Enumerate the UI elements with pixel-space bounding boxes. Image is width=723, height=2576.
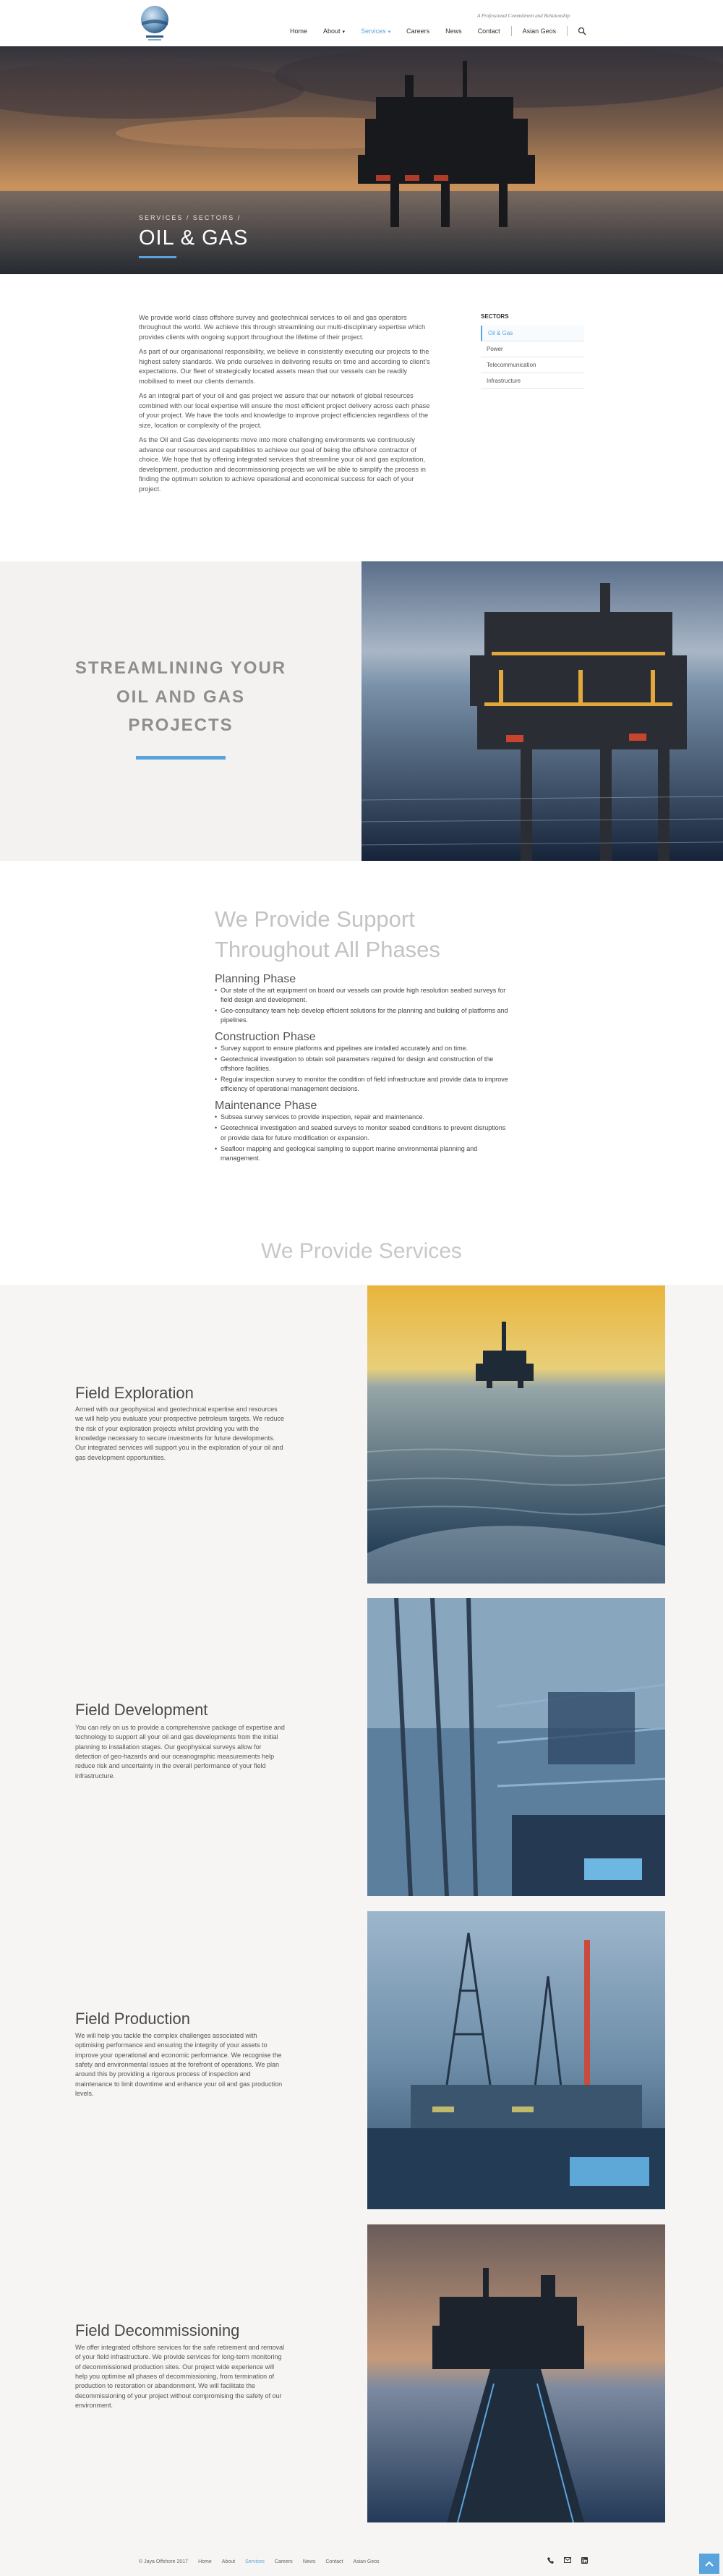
social-links [547,2557,588,2564]
streamline-heading: STREAMLINING YOUR OIL AND GAS PROJECTS [74,658,287,736]
support-heading: We Provide Support Throughout All Phases [215,906,440,962]
search-icon[interactable] [578,27,586,35]
scroll-to-top-button[interactable] [699,2554,719,2574]
intro-text: We provide world class offshore survey a… [139,313,432,499]
chevron-up-icon [705,2561,714,2567]
nav-home[interactable]: Home [282,27,315,35]
footer-nav: © Jaya Offshore 2017 Home About Services… [139,2559,390,2564]
production-image [367,1911,665,2209]
sector-power[interactable]: Power [481,341,584,357]
list-item: Our state of the art equipment on board … [215,986,513,1005]
site-footer [0,2525,723,2576]
service-title: Field Exploration [75,1384,194,1402]
phase-list: Our state of the art equipment on board … [215,986,513,1025]
site-header: A Professional Commitment and Relationsh… [0,0,723,46]
phase-construction: Construction Phase Survey support to ens… [215,1031,513,1094]
intro-paragraph: As an integral part of your oil and gas … [139,392,430,429]
intro-paragraph: As the Oil and Gas developments move int… [139,436,426,493]
phone-icon[interactable] [547,2557,554,2564]
nav-asian-geos[interactable]: Asian Geos [515,27,565,35]
main-nav: Home About ▾ Services ▾ Careers News Conta… [282,26,586,36]
nav-careers[interactable]: Careers [398,27,437,35]
company-logo[interactable] [139,2,171,43]
list-item: Seafloor mapping and geological sampling… [215,1144,513,1163]
title-underline [139,256,176,258]
email-icon[interactable] [564,2557,571,2563]
nav-contact[interactable]: Contact [470,27,508,35]
service-description: We will help you tackle the complex chal… [75,2032,283,2097]
service-title: Field Decommissioning [75,2321,240,2339]
service-title: Field Development [75,1701,208,1719]
service-description: You can rely on us to provide a comprehe… [75,1724,285,1780]
phases: Planning Phase Our state of the art equi… [215,973,513,1169]
linkedin-icon[interactable] [581,2557,588,2564]
list-item: Subsea survey services to provide inspec… [215,1113,513,1122]
phase-title: Construction Phase [215,1031,316,1044]
streamline-underline [136,756,226,760]
nav-divider [567,26,568,36]
footer-link-asian-geos[interactable]: Asian Geos [353,2559,379,2564]
services-heading: We Provide Services [261,1239,462,1263]
list-item: Survey support to ensure platforms and p… [215,1044,513,1053]
sector-oil-gas[interactable]: Oil & Gas [481,326,584,341]
breadcrumb: SERVICES / SECTORS / [139,214,241,221]
phase-list: Subsea survey services to provide inspec… [215,1113,513,1162]
chevron-down-icon: ▾ [388,30,391,35]
page-title: OIL & GAS [139,226,249,250]
development-image [367,1598,665,1896]
footer-link-news[interactable]: News [303,2559,316,2564]
list-item: Geo-consultancy team help develop effici… [215,1006,513,1025]
sectors-heading: SECTORS [481,313,509,320]
tagline: A Professional Commitment and Relationsh… [477,13,570,19]
nav-divider [510,26,512,36]
footer-link-services[interactable]: Services [245,2559,265,2564]
nav-about[interactable]: About ▾ [315,27,353,35]
footer-link-home[interactable]: Home [198,2559,212,2564]
sectors-sidebar: SECTORS Oil & Gas Power Telecommunicatio… [481,313,584,389]
list-item: Regular inspection survey to monitor the… [215,1075,513,1094]
service-description: We offer integrated offshore services fo… [75,2344,285,2409]
chevron-down-icon: ▾ [342,30,346,35]
phase-title: Planning Phase [215,973,296,985]
decommissioning-image [367,2224,665,2522]
footer-link-contact[interactable]: Contact [325,2559,343,2564]
intro-paragraph: As part of our organisational responsibi… [139,348,430,385]
service-title: Field Production [75,2010,190,2028]
sector-telecommunication[interactable]: Telecommunication [481,357,584,373]
copyright: © Jaya Offshore 2017 [139,2559,189,2564]
hero-banner [0,46,723,274]
hero-platform-image [0,46,723,274]
exploration-image [367,1285,665,1584]
nav-news[interactable]: News [437,27,470,35]
offshore-platform-image [362,561,723,861]
phase-list: Survey support to ensure platforms and p… [215,1044,513,1094]
footer-link-careers[interactable]: Careers [275,2559,293,2564]
phase-title: Maintenance Phase [215,1100,317,1113]
phase-planning: Planning Phase Our state of the art equi… [215,973,513,1025]
service-description: Armed with our geophysical and geotechni… [75,1406,284,1461]
intro-paragraph: We provide world class offshore survey a… [139,314,426,341]
footer-link-about[interactable]: About [222,2559,235,2564]
list-item: Geotechnical investigation and seabed su… [215,1123,513,1142]
nav-services-label: Services [361,27,386,35]
phase-maintenance: Maintenance Phase Subsea survey services… [215,1100,513,1162]
list-item: Geotechnical investigation to obtain soi… [215,1055,513,1074]
sector-infrastructure[interactable]: Infrastructure [481,373,584,389]
nav-services[interactable]: Services ▾ [353,27,398,35]
nav-about-label: About [323,27,341,35]
